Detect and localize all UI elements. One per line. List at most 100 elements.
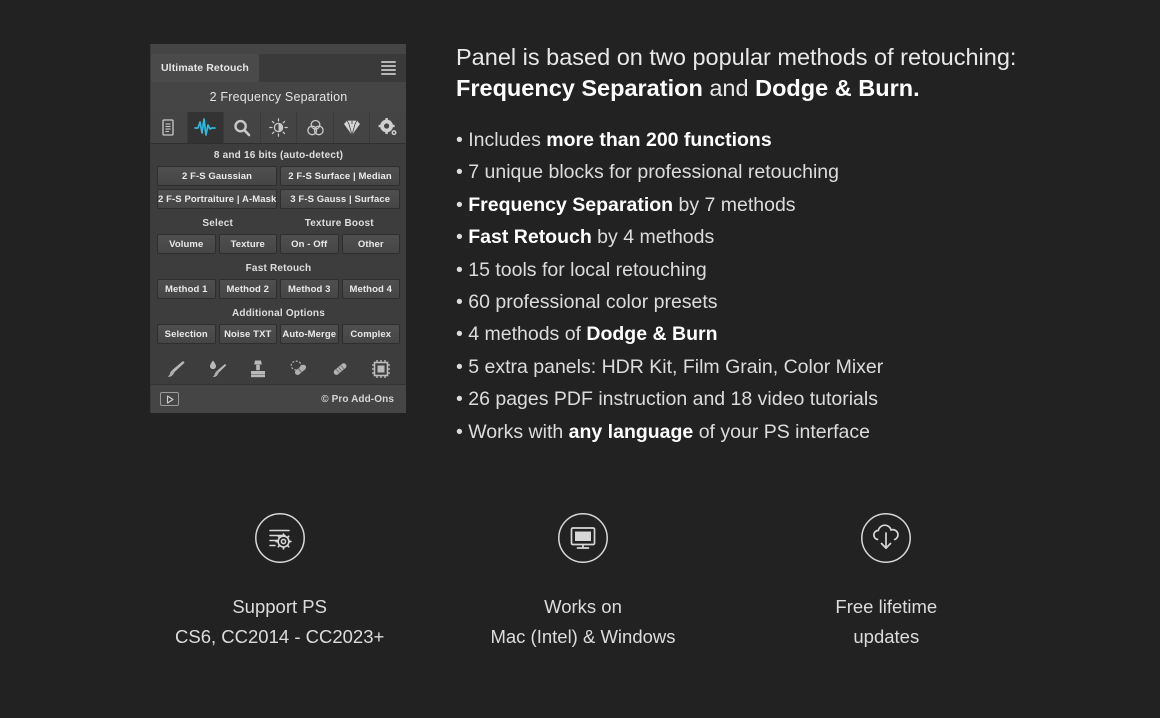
bullet-bold: Dodge & Burn — [586, 323, 718, 346]
gear-icon[interactable] — [370, 112, 406, 143]
settings-list-circle-icon — [254, 512, 306, 564]
select-texture-labels: Select Texture Boost — [157, 212, 400, 234]
hamburger-menu-icon[interactable] — [381, 61, 396, 75]
bullet-item: • Frequency Separation by 7 methods — [456, 189, 1136, 221]
poster-canvas: Ultimate Retouch 2 Frequency Separation — [0, 0, 1160, 718]
headline-line-1: Panel is based on two popular methods of… — [456, 44, 1017, 70]
button-on-off[interactable]: On - Off — [280, 234, 339, 254]
button-method-4[interactable]: Method 4 — [341, 279, 400, 299]
panel-icon-tab-bar — [151, 112, 406, 144]
bullet-text-post: by 4 methods — [591, 226, 715, 249]
bullet-bold: more than 200 functions — [546, 129, 772, 151]
magnifier-icon[interactable] — [224, 112, 261, 143]
bullet-text: • — [456, 226, 469, 249]
button-3fs-gauss-surface[interactable]: 3 F-S Gauss | Surface — [280, 189, 400, 209]
play-button-icon[interactable] — [160, 392, 179, 406]
headline-bold-frequency-separation: Frequency Separation — [456, 75, 703, 101]
additional-options-label: Additional Options — [231, 308, 326, 319]
panel-footer: © Pro Add-Ons — [151, 385, 406, 413]
monitor-circle-icon — [557, 512, 609, 564]
button-method-1[interactable]: Method 1 — [157, 279, 216, 299]
bullet-text-post: by 7 methods — [673, 193, 796, 216]
button-method-3[interactable]: Method 3 — [280, 279, 339, 299]
button-texture[interactable]: Texture — [218, 234, 277, 254]
headline: Panel is based on two popular methods of… — [456, 42, 1116, 104]
feature-line-2: CS6, CC2014 - CC2023+ — [175, 626, 385, 647]
feature-works-on: Works on Mac (Intel) & Windows — [431, 512, 734, 652]
texture-boost-label: Texture Boost — [304, 218, 374, 229]
ultimate-retouch-panel: Ultimate Retouch 2 Frequency Separation — [150, 44, 406, 413]
bullet-item: • Includes more than 200 functions — [456, 124, 1136, 156]
bullet-text: • — [456, 193, 469, 216]
bullet-text: • 60 professional color presets — [456, 291, 718, 314]
button-noise-txt[interactable]: Noise TXT — [218, 324, 277, 344]
button-complex[interactable]: Complex — [341, 324, 400, 344]
panel-drag-strip[interactable] — [151, 44, 406, 54]
feature-line-2: Mac (Intel) & Windows — [490, 626, 676, 647]
feature-line-1: Works on — [544, 596, 622, 617]
document-icon[interactable] — [151, 112, 188, 143]
tab-label: Ultimate Retouch — [161, 62, 249, 74]
bullet-text: • 7 unique blocks for professional retou… — [456, 161, 839, 184]
bullet-bold: Frequency Separation — [468, 193, 674, 216]
button-volume[interactable]: Volume — [157, 234, 216, 254]
fs-button-row-2: 2 F-S Portraiture | A-Mask 3 F-S Gauss |… — [157, 189, 400, 209]
bits-label: 8 and 16 bits (auto-detect) — [213, 150, 344, 161]
button-2fs-portraiture-amask[interactable]: 2 F-S Portraiture | A-Mask — [157, 189, 278, 209]
bullet-text-post: of your PS interface — [693, 420, 870, 443]
panel-body: 8 and 16 bits (auto-detect) 2 F-S Gaussi… — [151, 144, 406, 351]
bullet-item: • 7 unique blocks for professional retou… — [456, 156, 1136, 188]
copyright-label: © Pro Add-Ons — [321, 393, 394, 405]
clone-stamp-icon[interactable] — [243, 355, 273, 383]
smudge-brush-icon[interactable] — [202, 355, 232, 383]
waveform-icon[interactable] — [187, 112, 225, 143]
panel-tab-bar: Ultimate Retouch — [151, 54, 406, 82]
feature-free-updates: Free lifetime updates — [735, 512, 1038, 652]
bullet-item: • 5 extra panels: HDR Kit, Film Grain, C… — [456, 351, 1136, 383]
brush-icon[interactable] — [161, 355, 191, 383]
chip-mask-icon[interactable] — [366, 355, 396, 383]
headline-line-2: Frequency Separation and Dodge & Burn. — [456, 73, 1116, 104]
feature-bullet-list: • Includes more than 200 functions • 7 u… — [456, 124, 1136, 448]
feature-line-1: Support PS — [232, 596, 327, 617]
headline-conjunction: and — [702, 75, 756, 101]
bullet-item: • Fast Retouch by 4 methods — [456, 221, 1136, 253]
bullet-item: • 15 tools for local retouching — [456, 254, 1136, 286]
diamond-icon[interactable] — [334, 112, 371, 143]
button-selection[interactable]: Selection — [157, 324, 216, 344]
color-circles-icon[interactable] — [297, 112, 334, 143]
tab-ultimate-retouch[interactable]: Ultimate Retouch — [151, 54, 259, 82]
bullet-text: • 4 methods of — [456, 323, 587, 346]
bullet-text: • Includes — [456, 129, 547, 151]
spot-healing-brush-icon[interactable] — [284, 355, 314, 383]
bullet-text: • 15 tools for local retouching — [456, 258, 707, 281]
bullet-item: • 60 professional color presets — [456, 286, 1136, 318]
panel-tool-row — [151, 351, 406, 385]
panel-title-text: 2 Frequency Separation — [209, 90, 348, 104]
button-method-2[interactable]: Method 2 — [218, 279, 277, 299]
select-label: Select — [202, 218, 234, 229]
brightness-icon[interactable] — [261, 112, 298, 143]
button-2fs-surface-median[interactable]: 2 F-S Surface | Median — [280, 166, 400, 186]
fast-retouch-label: Fast Retouch — [245, 263, 312, 274]
button-auto-merge[interactable]: Auto-Merge — [280, 324, 339, 344]
feature-support-ps: Support PS CS6, CC2014 - CC2023+ — [128, 512, 431, 652]
bullet-bold: Fast Retouch — [468, 226, 592, 249]
bullet-text: • Works with — [456, 420, 569, 443]
fs-button-row-1: 2 F-S Gaussian 2 F-S Surface | Median — [157, 166, 400, 186]
button-2fs-gaussian[interactable]: 2 F-S Gaussian — [157, 166, 277, 186]
cloud-download-circle-icon — [860, 512, 912, 564]
feature-line-2: updates — [853, 626, 920, 647]
healing-brush-icon[interactable] — [325, 355, 355, 383]
bullet-item: • 4 methods of Dodge & Burn — [456, 318, 1136, 350]
button-other[interactable]: Other — [341, 234, 400, 254]
panel-title: 2 Frequency Separation — [151, 82, 406, 112]
fast-retouch-button-row: Method 1 Method 2 Method 3 Method 4 — [157, 279, 400, 299]
bullet-bold: any language — [568, 420, 694, 443]
bullet-text: • 26 pages PDF instruction and 18 video … — [456, 388, 878, 411]
feature-badges: Support PS CS6, CC2014 - CC2023+ Works o… — [128, 512, 1038, 652]
panel-tab-bar-empty — [258, 54, 406, 82]
bullet-item: • 26 pages PDF instruction and 18 video … — [456, 383, 1136, 415]
additional-options-button-row: Selection Noise TXT Auto-Merge Complex — [157, 324, 400, 344]
bullet-text: • 5 extra panels: HDR Kit, Film Grain, C… — [456, 355, 884, 378]
